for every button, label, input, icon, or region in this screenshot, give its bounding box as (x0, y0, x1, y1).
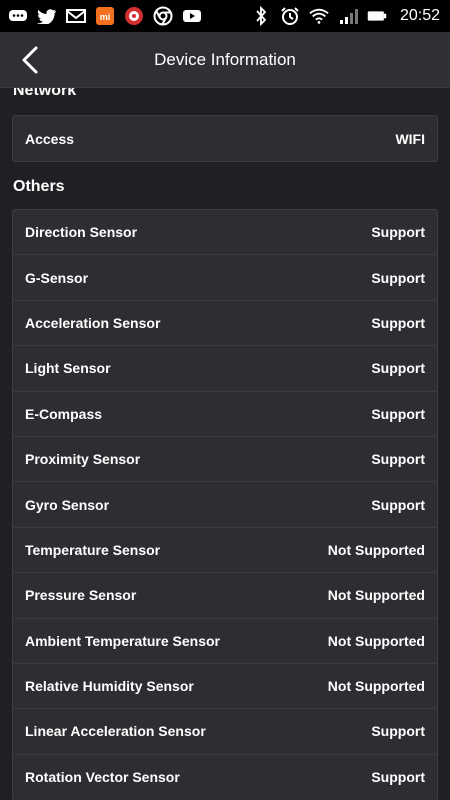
row-value: WIFI (395, 130, 425, 147)
row-value: Not Supported (327, 632, 425, 649)
list-item: Linear Acceleration Sensor Support (13, 709, 437, 755)
device-info-list[interactable]: Network Access WIFI Others Direction Sen… (0, 88, 450, 800)
row-label: Proximity Sensor (25, 451, 141, 468)
wifi-icon (309, 6, 329, 26)
row-label: Gyro Sensor (25, 496, 110, 513)
row-label: E-Compass (25, 405, 103, 422)
row-value: Support (371, 496, 425, 513)
list-item: Gyro Sensor Support (13, 482, 437, 528)
row-value: Support (371, 224, 425, 241)
row-value: Support (371, 723, 425, 740)
list-item: Relative Humidity Sensor Not Supported (13, 664, 437, 710)
row-value: Not Supported (327, 678, 425, 695)
row-value: Support (371, 314, 425, 331)
row-label: Light Sensor (25, 360, 111, 377)
chat-icon (8, 6, 28, 26)
row-label: Rotation Vector Sensor (25, 769, 180, 786)
list-item: Rotation Vector Sensor Support (13, 755, 437, 800)
list-item: Pressure Sensor Not Supported (13, 573, 437, 619)
list-item: E-Compass Support (13, 392, 437, 437)
chevron-left-icon (22, 46, 38, 74)
row-value: Support (371, 269, 425, 286)
row-value: Support (371, 405, 425, 422)
game-icon (124, 6, 144, 26)
row-value: Support (371, 451, 425, 468)
list-item: Temperature Sensor Not Supported (13, 528, 437, 574)
system-icons: 20:52 (251, 6, 440, 26)
twitter-icon (37, 6, 57, 26)
row-value: Not Supported (327, 587, 425, 604)
list-item: Ambient Temperature Sensor Not Supported (13, 619, 437, 664)
row-label: Pressure Sensor (25, 587, 137, 604)
mail-icon (66, 6, 86, 26)
network-card: Access WIFI (12, 115, 438, 163)
chrome-icon (153, 6, 173, 26)
bluetooth-icon (251, 6, 271, 26)
list-item: Access WIFI (13, 116, 437, 161)
alarm-icon (280, 6, 300, 26)
section-title-network: Network (13, 88, 77, 99)
status-time: 20:52 (399, 7, 440, 24)
signal-icon (338, 6, 358, 26)
row-label: Direction Sensor (25, 224, 138, 241)
list-item: Proximity Sensor Support (13, 437, 437, 483)
list-item: G-Sensor Support (13, 255, 437, 301)
row-label: Relative Humidity Sensor (25, 678, 194, 695)
list-item: Light Sensor Support (13, 346, 437, 392)
battery-icon (367, 6, 387, 26)
row-label: Acceleration Sensor (25, 314, 161, 331)
page-title: Device Information (154, 50, 296, 69)
row-label: G-Sensor (25, 269, 89, 286)
row-label: Temperature Sensor (25, 541, 161, 558)
app-header: Device Information (0, 32, 450, 88)
status-bar: mi 20:52 (0, 0, 450, 32)
row-value: Support (371, 769, 425, 786)
youtube-icon (182, 6, 202, 26)
back-button[interactable] (12, 42, 48, 78)
row-label: Access (25, 130, 75, 147)
svg-text:mi: mi (100, 12, 111, 22)
row-label: Ambient Temperature Sensor (25, 632, 221, 649)
notification-icons: mi (8, 6, 202, 26)
others-card: Direction Sensor Support G-Sensor Support … (12, 209, 438, 800)
section-title-others: Others (13, 178, 65, 195)
list-item: Acceleration Sensor Support (13, 301, 437, 347)
row-value: Support (371, 360, 425, 377)
list-item: Direction Sensor Support (13, 210, 437, 256)
mi-app-icon: mi (95, 6, 115, 26)
row-label: Linear Acceleration Sensor (25, 723, 206, 740)
row-value: Not Supported (327, 541, 425, 558)
